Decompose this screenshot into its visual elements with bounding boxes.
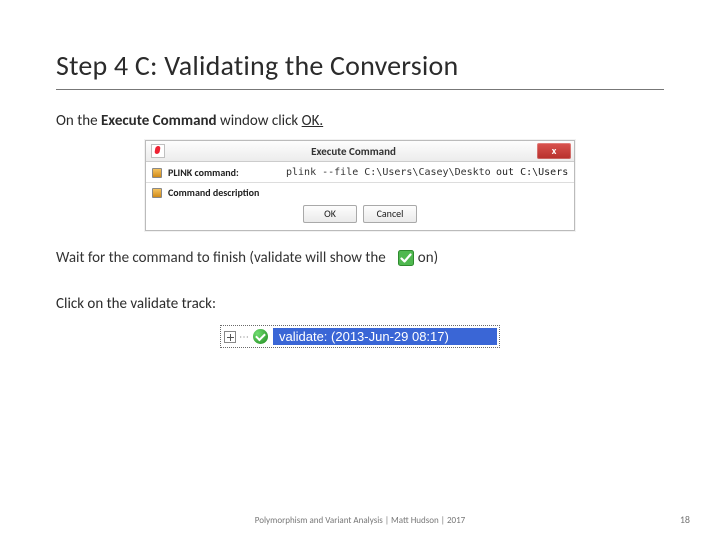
wait-text-a: Wait for the command to finish (validate…	[56, 249, 386, 267]
tree-expand-icon[interactable]	[224, 331, 236, 343]
dialog-button-row: OK Cancel	[152, 202, 568, 228]
cancel-button[interactable]: Cancel	[363, 205, 417, 223]
command-description-row: Command description	[152, 186, 568, 199]
dialog-body: PLINK command: plink --file C:\Users\Cas…	[146, 162, 574, 230]
text-frag: window click	[217, 112, 302, 130]
wait-text-b: on)	[418, 249, 438, 267]
plink-command-row: PLINK command: plink --file C:\Users\Cas…	[152, 166, 568, 179]
execute-command-dialog: Execute Command x PLINK command: plink -…	[145, 140, 575, 231]
validate-track-label: validate: (2013-Jun-29 08:17)	[273, 328, 497, 345]
field-icon	[152, 188, 162, 198]
validate-track[interactable]: ⋯ validate: (2013-Jun-29 08:17)	[220, 325, 500, 348]
title-underline	[56, 89, 664, 90]
click-track-instruction: Click on the validate track:	[56, 295, 664, 313]
plink-command-label: PLINK command:	[168, 166, 280, 179]
wait-instruction: Wait for the command to finish (validate…	[56, 249, 664, 267]
tree-dots-icon: ⋯	[239, 330, 248, 343]
instruction-line-1: On the Execute Command window click OK.	[56, 112, 664, 130]
field-icon	[152, 168, 162, 178]
validate-check-circle-icon	[253, 329, 268, 344]
ok-button[interactable]: OK	[303, 205, 357, 223]
row-divider	[146, 182, 574, 183]
page-number: 18	[680, 513, 690, 526]
validate-check-icon	[398, 250, 414, 266]
dialog-title-text: Execute Command	[170, 145, 537, 158]
java-icon	[151, 144, 165, 158]
plink-out-value: out C:\Users\	[496, 167, 568, 178]
ok-underline: OK.	[302, 112, 324, 130]
slide-footer: Polymorphism and Variant Analysis | Matt…	[0, 515, 720, 526]
page-title: Step 4 C: Validating the Conversion	[56, 48, 664, 83]
plink-command-value[interactable]: plink --file C:\Users\Casey\Desktop\gwas…	[286, 167, 490, 178]
close-button[interactable]: x	[537, 143, 571, 159]
execute-command-bold: Execute Command	[101, 112, 217, 130]
text-frag: On the	[56, 112, 101, 130]
command-description-label: Command description	[168, 186, 259, 199]
dialog-titlebar: Execute Command x	[146, 141, 574, 162]
